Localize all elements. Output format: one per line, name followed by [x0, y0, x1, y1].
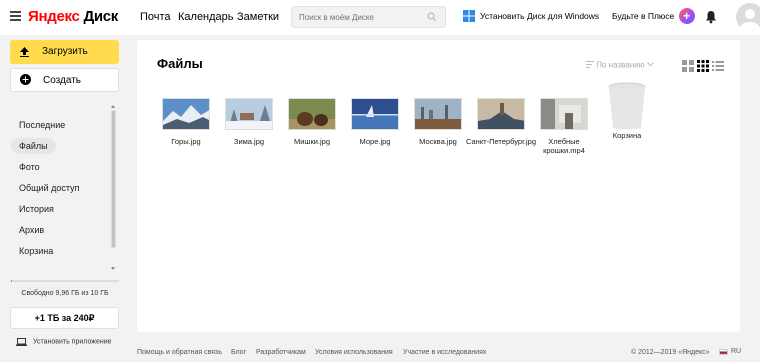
file-item[interactable]: Мишки.jpg [276, 98, 348, 146]
storage-bar [11, 280, 119, 282]
sort-label: По названию [596, 60, 645, 70]
file-name: Горы.jpg [171, 137, 201, 146]
sidebar-item-photo[interactable]: Фото [11, 159, 48, 175]
footer-terms-link[interactable]: Условия использования [315, 349, 393, 356]
sidebar-scrollbar[interactable] [110, 105, 117, 272]
logo[interactable]: Яндекс Диск [28, 8, 118, 25]
video-thumbnail [540, 98, 588, 130]
sort-dropdown[interactable]: По названию [586, 60, 654, 69]
search-box[interactable] [291, 6, 446, 28]
sidebar-item-files[interactable]: Файлы [11, 138, 56, 154]
language-label: RU [731, 348, 742, 355]
windows-icon [463, 10, 475, 22]
scrollbar-thumb[interactable] [111, 110, 116, 248]
nav-mail[interactable]: Почта [140, 11, 171, 23]
nav-notes[interactable]: Заметки [237, 11, 279, 23]
add-circle-icon [20, 74, 31, 85]
image-thumbnail [477, 98, 525, 130]
plus-label: Будьте в Плюсе [612, 11, 675, 21]
install-app-link[interactable]: Установить приложение [16, 338, 112, 346]
file-name: Москва.jpg [419, 137, 457, 146]
files-panel: Файлы По названию Горы.jpg Зима.jpg Мишк… [137, 40, 740, 332]
file-name: Мишки.jpg [293, 137, 331, 146]
create-label: Создать [43, 75, 82, 86]
bell-icon[interactable] [705, 10, 717, 24]
user-icon [740, 9, 760, 31]
page-title: Файлы [157, 56, 203, 71]
sidebar-item-trash[interactable]: Корзина [11, 243, 61, 259]
plus-link[interactable]: Будьте в Плюсе + [612, 8, 695, 24]
file-item[interactable]: Санкт-Петербург.jpg [465, 98, 537, 146]
sidebar-item-recent[interactable]: Последние [11, 117, 73, 133]
image-thumbnail [225, 98, 273, 130]
search-icon[interactable] [427, 12, 437, 22]
sort-icon [586, 61, 594, 69]
language-switcher[interactable]: RU [719, 348, 741, 355]
file-name: Санкт-Петербург.jpg [466, 137, 536, 146]
storage-text: Свободно 9,96 ГБ из 10 ГБ [21, 290, 109, 297]
install-windows-link[interactable]: Установить Диск для Windows [463, 10, 599, 24]
avatar[interactable] [736, 3, 760, 31]
storage-bar-fill [11, 280, 13, 282]
sidebar-item-history[interactable]: История [11, 201, 62, 217]
image-thumbnail [288, 98, 336, 130]
flag-ru-icon [719, 348, 728, 355]
file-name: Зима.jpg [233, 137, 265, 146]
upload-icon [20, 47, 29, 57]
footer-blog-link[interactable]: Блог [231, 349, 246, 356]
sidebar-item-archive[interactable]: Архив [11, 222, 52, 238]
search-input[interactable] [292, 7, 422, 28]
chevron-down-icon [646, 62, 654, 67]
install-app-label: Установить приложение [33, 338, 112, 346]
file-item[interactable]: Горы.jpg [150, 98, 222, 146]
plus-badge-icon: + [678, 8, 695, 24]
upload-label: Загрузить [42, 46, 88, 57]
create-button[interactable]: Создать [10, 68, 119, 92]
install-windows-label: Установить Диск для Windows [480, 11, 600, 21]
menu-icon[interactable] [10, 11, 21, 21]
sidebar-item-shared[interactable]: Общий доступ [11, 180, 87, 196]
file-name: Море.jpg [359, 137, 391, 146]
logo-yandex: Яндекс [28, 8, 80, 25]
footer-developers-link[interactable]: Разработчикам [256, 349, 306, 356]
header: Яндекс Диск Почта Календарь Заметки Уста… [0, 0, 760, 35]
trash-item[interactable]: Корзина [591, 82, 663, 140]
image-thumbnail [162, 98, 210, 130]
logo-disk: Диск [83, 8, 118, 25]
file-item[interactable]: Москва.jpg [402, 98, 474, 146]
file-name: Хлебные крошки.mp4 [543, 137, 585, 155]
image-thumbnail [351, 98, 399, 130]
small-tiles-icon[interactable] [697, 60, 709, 72]
scroll-up-icon[interactable] [111, 105, 115, 108]
trash-label: Корзина [612, 131, 642, 140]
upload-button[interactable]: Загрузить [10, 40, 119, 64]
scroll-down-icon[interactable] [111, 267, 115, 270]
file-item[interactable]: Хлебные крошки.mp4 [528, 98, 600, 155]
file-item[interactable]: Зима.jpg [213, 98, 285, 146]
trash-icon [607, 82, 647, 130]
file-item[interactable]: Море.jpg [339, 98, 411, 146]
image-thumbnail [414, 98, 462, 130]
buy-space-button[interactable]: +1 ТБ за 240₽ [10, 307, 119, 329]
list-view-icon[interactable] [712, 60, 724, 72]
large-tiles-icon[interactable] [682, 60, 694, 72]
laptop-icon [16, 338, 27, 346]
footer-research-link[interactable]: Участие в исследованиях [403, 349, 486, 356]
footer-help-link[interactable]: Помощь и обратная связь [137, 349, 222, 356]
nav-calendar[interactable]: Календарь [178, 11, 234, 23]
copyright: © 2012—2019 «Яндекс» [631, 349, 710, 356]
